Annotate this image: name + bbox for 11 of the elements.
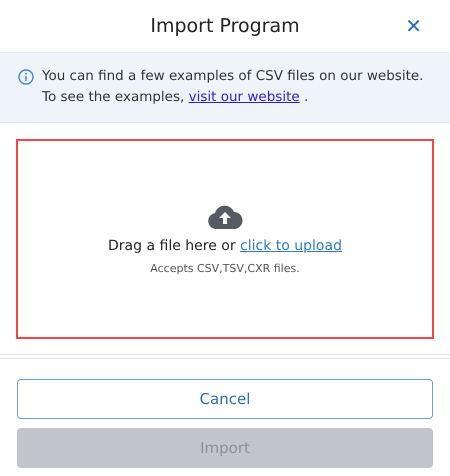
cancel-button[interactable]: Cancel <box>17 379 433 419</box>
info-icon <box>18 69 34 85</box>
close-button[interactable]: ✕ <box>401 12 426 40</box>
accepted-formats: Accepts CSV,TSV,CXR files. <box>150 262 300 274</box>
dialog-title: Import Program <box>150 15 300 37</box>
info-text: You can find a few examples of CSV files on our website. To see the examples, visit our website . <box>42 67 424 107</box>
upload-link[interactable]: click to upload <box>240 238 342 254</box>
website-link[interactable]: visit our website <box>188 89 300 105</box>
drop-zone[interactable]: Drag a file here or click to upload Accepts CSV,TSV,CXR files. <box>16 139 434 339</box>
cloud-upload-icon <box>207 204 243 230</box>
drop-instruction: Drag a file here or click to upload <box>108 238 342 254</box>
